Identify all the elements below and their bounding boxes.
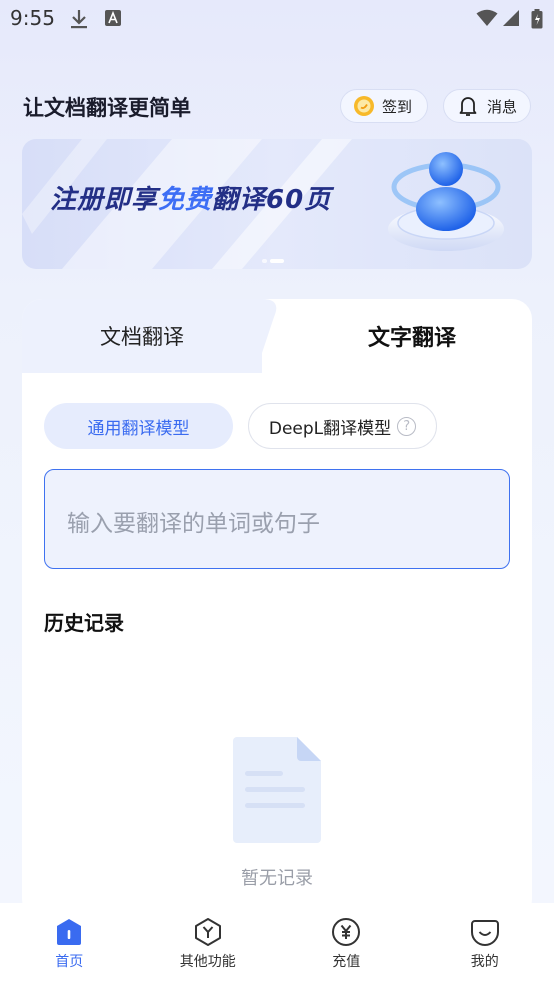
- banner-dot: [262, 259, 267, 263]
- status-time: 9:55: [10, 6, 55, 30]
- tab-document-translation[interactable]: 文档翻译: [22, 299, 262, 373]
- status-bar: 9:55: [0, 0, 554, 38]
- banner-dot-active: [270, 259, 284, 263]
- nav-mine[interactable]: 我的: [416, 903, 554, 984]
- banner-headline: 注册即享免费翻译60页: [50, 185, 332, 215]
- empty-history-text: 暂无记录: [241, 868, 313, 889]
- tab-curve: [232, 299, 277, 373]
- signal-icon: [502, 9, 520, 31]
- messages-button[interactable]: 消息: [443, 89, 531, 123]
- checkin-label: 签到: [382, 97, 413, 116]
- coin-icon: [353, 95, 375, 117]
- tab-text-translation-label: 文字翻译: [367, 326, 456, 351]
- battery-icon: [531, 9, 543, 33]
- deepl-model-button[interactable]: DeepL翻译模型 ?: [248, 403, 437, 449]
- nav-home[interactable]: 首页: [0, 903, 139, 984]
- download-icon: [70, 9, 88, 33]
- smile-face-icon: [470, 917, 500, 947]
- checkin-button[interactable]: 签到: [340, 89, 428, 123]
- wifi-icon: [476, 9, 498, 31]
- deepl-model-label: DeepL翻译模型: [268, 418, 392, 439]
- history-title: 历史记录: [44, 611, 124, 635]
- nav-recharge[interactable]: 充值: [277, 903, 416, 984]
- nav-recharge-label: 充值: [332, 954, 361, 970]
- user-3d-icon: [384, 147, 514, 267]
- hexagon-y-icon: [193, 917, 223, 947]
- empty-document-icon: [233, 737, 321, 847]
- font-app-icon: [104, 9, 122, 31]
- bottom-nav: 首页 其他功能 充值 我的: [0, 903, 554, 984]
- question-mark-icon[interactable]: ?: [397, 416, 417, 436]
- translate-input-placeholder: 输入要翻译的单词或句子: [67, 511, 320, 537]
- general-model-label: 通用翻译模型: [87, 418, 190, 439]
- page-title: 让文档翻译更简单: [23, 96, 191, 120]
- translate-input[interactable]: 输入要翻译的单词或句子: [44, 469, 510, 569]
- banner-page-indicator: [262, 259, 284, 263]
- home-icon: [54, 917, 84, 947]
- yuan-circle-icon: [331, 917, 361, 947]
- tab-text-translation[interactable]: 文字翻译: [292, 299, 532, 373]
- bell-icon: [458, 95, 478, 117]
- translation-card: 文档翻译 文字翻译 通用翻译模型 DeepL翻译模型 ? 输入要翻译的单词或句子…: [22, 299, 532, 919]
- nav-mine-label: 我的: [470, 954, 499, 970]
- nav-other-features[interactable]: 其他功能: [139, 903, 278, 984]
- general-model-button[interactable]: 通用翻译模型: [44, 403, 233, 449]
- messages-label: 消息: [487, 97, 518, 116]
- nav-home-label: 首页: [55, 954, 84, 970]
- promo-banner[interactable]: 注册即享免费翻译60页: [22, 139, 532, 269]
- nav-other-features-label: 其他功能: [179, 954, 236, 970]
- tab-document-translation-label: 文档翻译: [100, 325, 184, 349]
